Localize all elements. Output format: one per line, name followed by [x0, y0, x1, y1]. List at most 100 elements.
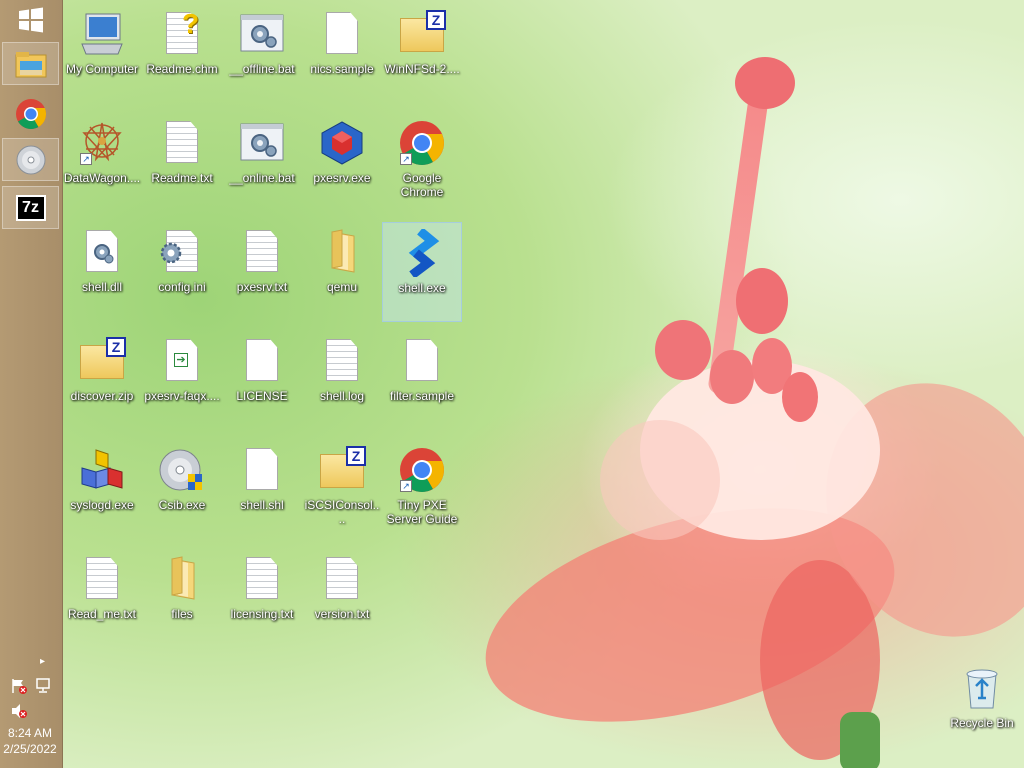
show-hidden-icons-chevron-icon[interactable]: ▸ [40, 656, 45, 667]
desktop-icon-label: Tiny PXE Server Guide [386, 498, 458, 526]
network-icon[interactable] [34, 678, 52, 697]
desktop-icon-csib-exe[interactable]: Csib.exe [142, 440, 222, 540]
desktop-icon-label: __offline.bat [229, 62, 295, 76]
desktop-icon-label: pxesrv.txt [236, 280, 288, 294]
desktop-icon-label: Readme.chm [146, 62, 218, 76]
desktop-icon-label: WinNFSd-2.... [384, 62, 460, 76]
desktop-icon-recycle-bin[interactable]: Recycle Bin [942, 658, 1022, 758]
computer-icon [78, 10, 126, 58]
text-icon [238, 228, 286, 276]
desktop-icon-label: nics.sample [310, 62, 374, 76]
ini-icon [158, 228, 206, 276]
desktop-icon-label: iSCSIConsol.... [304, 498, 380, 526]
folder-icon [318, 228, 366, 276]
desktop-icon-label: shell.shl [240, 498, 284, 512]
desktop-icon-readme-txt[interactable]: Readme.txt [142, 113, 222, 213]
zip-icon: Z [318, 446, 366, 494]
disc-icon [16, 145, 45, 174]
file-explorer-icon [15, 51, 46, 77]
desktop-icon-label: qemu [326, 280, 358, 294]
blank-icon [318, 10, 366, 58]
desktop-icon-label: filter.sample [389, 389, 455, 403]
desktop-icon-version-txt[interactable]: version.txt [302, 549, 382, 649]
desktop-icon-offline-bat[interactable]: __offline.bat [222, 4, 302, 104]
desktop-icon-label: Readme.txt [151, 171, 213, 185]
desktop-icon-label: Recycle Bin [950, 716, 1014, 730]
desktop-icon-files[interactable]: files [142, 549, 222, 649]
html-doc-icon: ➔ [158, 337, 206, 385]
taskbar-google-chrome[interactable] [2, 92, 59, 135]
batch-icon [238, 119, 286, 167]
desktop-icon-readme-chm[interactable]: ? Readme.chm [142, 4, 222, 104]
taskbar: 7z ▸ 8:24 AM 2/25/2022 [0, 0, 63, 768]
clock-time: 8:24 AM [7, 726, 53, 740]
recycle-icon [958, 664, 1006, 712]
desktop-icon-label: pxesrv.exe [313, 171, 371, 185]
taskbar-file-explorer[interactable] [2, 42, 59, 85]
desktop-icon-tiny-pxe-server-guide[interactable]: ↗ Tiny PXE Server Guide [382, 440, 462, 540]
desktop-icon-label: shell.dll [81, 280, 123, 294]
volume-muted-icon[interactable] [10, 703, 28, 722]
clock[interactable]: 8:24 AM 2/25/2022 [0, 726, 60, 756]
text-icon [238, 555, 286, 603]
desktop-icon-label: My Computer [65, 62, 139, 76]
desktop-icon-read-me-txt[interactable]: Read_me.txt [62, 549, 142, 649]
desktop-icon-filter-sample[interactable]: filter.sample [382, 331, 462, 431]
desktop-icon-syslogd-exe[interactable]: syslogd.exe [62, 440, 142, 540]
7-zip-icon: 7z [15, 194, 46, 221]
desktop-icon-label: pxesrv-faqx.... [144, 389, 220, 403]
desktop-icon-iscsiconsol[interactable]: ZiSCSIConsol.... [302, 440, 382, 540]
desktop-icon-label: config.ini [158, 280, 206, 294]
taskbar-disc-app[interactable] [2, 138, 59, 181]
start-button[interactable] [2, 0, 59, 40]
desktop-icon-label: DataWagon.... [63, 171, 141, 185]
clock-date: 2/25/2022 [3, 742, 57, 756]
desktop-icon-label: Google Chrome [400, 171, 444, 199]
desktop-icon-my-computer[interactable]: My Computer [62, 4, 142, 104]
taskbar-7-zip[interactable]: 7z [2, 186, 59, 229]
text-icon [78, 555, 126, 603]
desktop-icon-config-ini[interactable]: config.ini [142, 222, 222, 322]
dll-icon [78, 228, 126, 276]
desktop-icon-label: __online.bat [229, 171, 295, 185]
text-icon [318, 337, 366, 385]
blank-icon [238, 446, 286, 494]
chrome-shortcut-icon: ↗ [398, 446, 446, 494]
desktop-icon-shell-dll[interactable]: shell.dll [62, 222, 142, 322]
text-icon [158, 119, 206, 167]
datawagon-icon: ↗ [78, 119, 126, 167]
desktop-icon-shell-exe[interactable]: shell.exe [382, 222, 462, 322]
desktop-icon-discover-zip[interactable]: Zdiscover.zip [62, 331, 142, 431]
desktop-icon-label: shell.log [319, 389, 365, 403]
desktop-icon-licensing-txt[interactable]: licensing.txt [222, 549, 302, 649]
desktop-icon-license[interactable]: LICENSE [222, 331, 302, 431]
blank-icon [398, 337, 446, 385]
desktop-icon-online-bat[interactable]: __online.bat [222, 113, 302, 213]
desktop-icon-google-chrome[interactable]: ↗ Google Chrome [382, 113, 462, 213]
desktop-icon-label: shell.exe [398, 281, 446, 295]
desktop-icon-label: version.txt [314, 607, 370, 621]
blank-icon [238, 337, 286, 385]
desktop-icon-nics-sample[interactable]: nics.sample [302, 4, 382, 104]
desktop-icon-qemu[interactable]: qemu [302, 222, 382, 322]
chrome-icon [15, 98, 46, 129]
desktop-icon-pxesrv-faqx[interactable]: ➔ pxesrv-faqx.... [142, 331, 222, 431]
disc-setup-icon [158, 446, 206, 494]
shell-exe-icon [398, 227, 446, 279]
desktop-icon-label: Read_me.txt [67, 607, 137, 621]
desktop-icon-datawagon[interactable]: ↗ DataWagon.... [62, 113, 142, 213]
desktop-icon-shell-log[interactable]: shell.log [302, 331, 382, 431]
desktop-icon-label: licensing.txt [230, 607, 294, 621]
zip-icon: Z [78, 337, 126, 385]
desktop-icon-shell-shl[interactable]: shell.shl [222, 440, 302, 540]
action-center-flag-icon[interactable] [10, 678, 28, 697]
desktop-icon-label: discover.zip [70, 389, 134, 403]
desktop-icon-winnfsd-2[interactable]: Z WinNFSd-2.... [382, 4, 462, 104]
pxesrv-icon [318, 119, 366, 167]
windows-logo-icon [18, 7, 43, 33]
text-icon [318, 555, 366, 603]
desktop-icon-pxesrv-txt[interactable]: pxesrv.txt [222, 222, 302, 322]
desktop-icon-pxesrv-exe[interactable]: pxesrv.exe [302, 113, 382, 213]
syslogd-icon [78, 446, 126, 494]
batch-icon [238, 10, 286, 58]
